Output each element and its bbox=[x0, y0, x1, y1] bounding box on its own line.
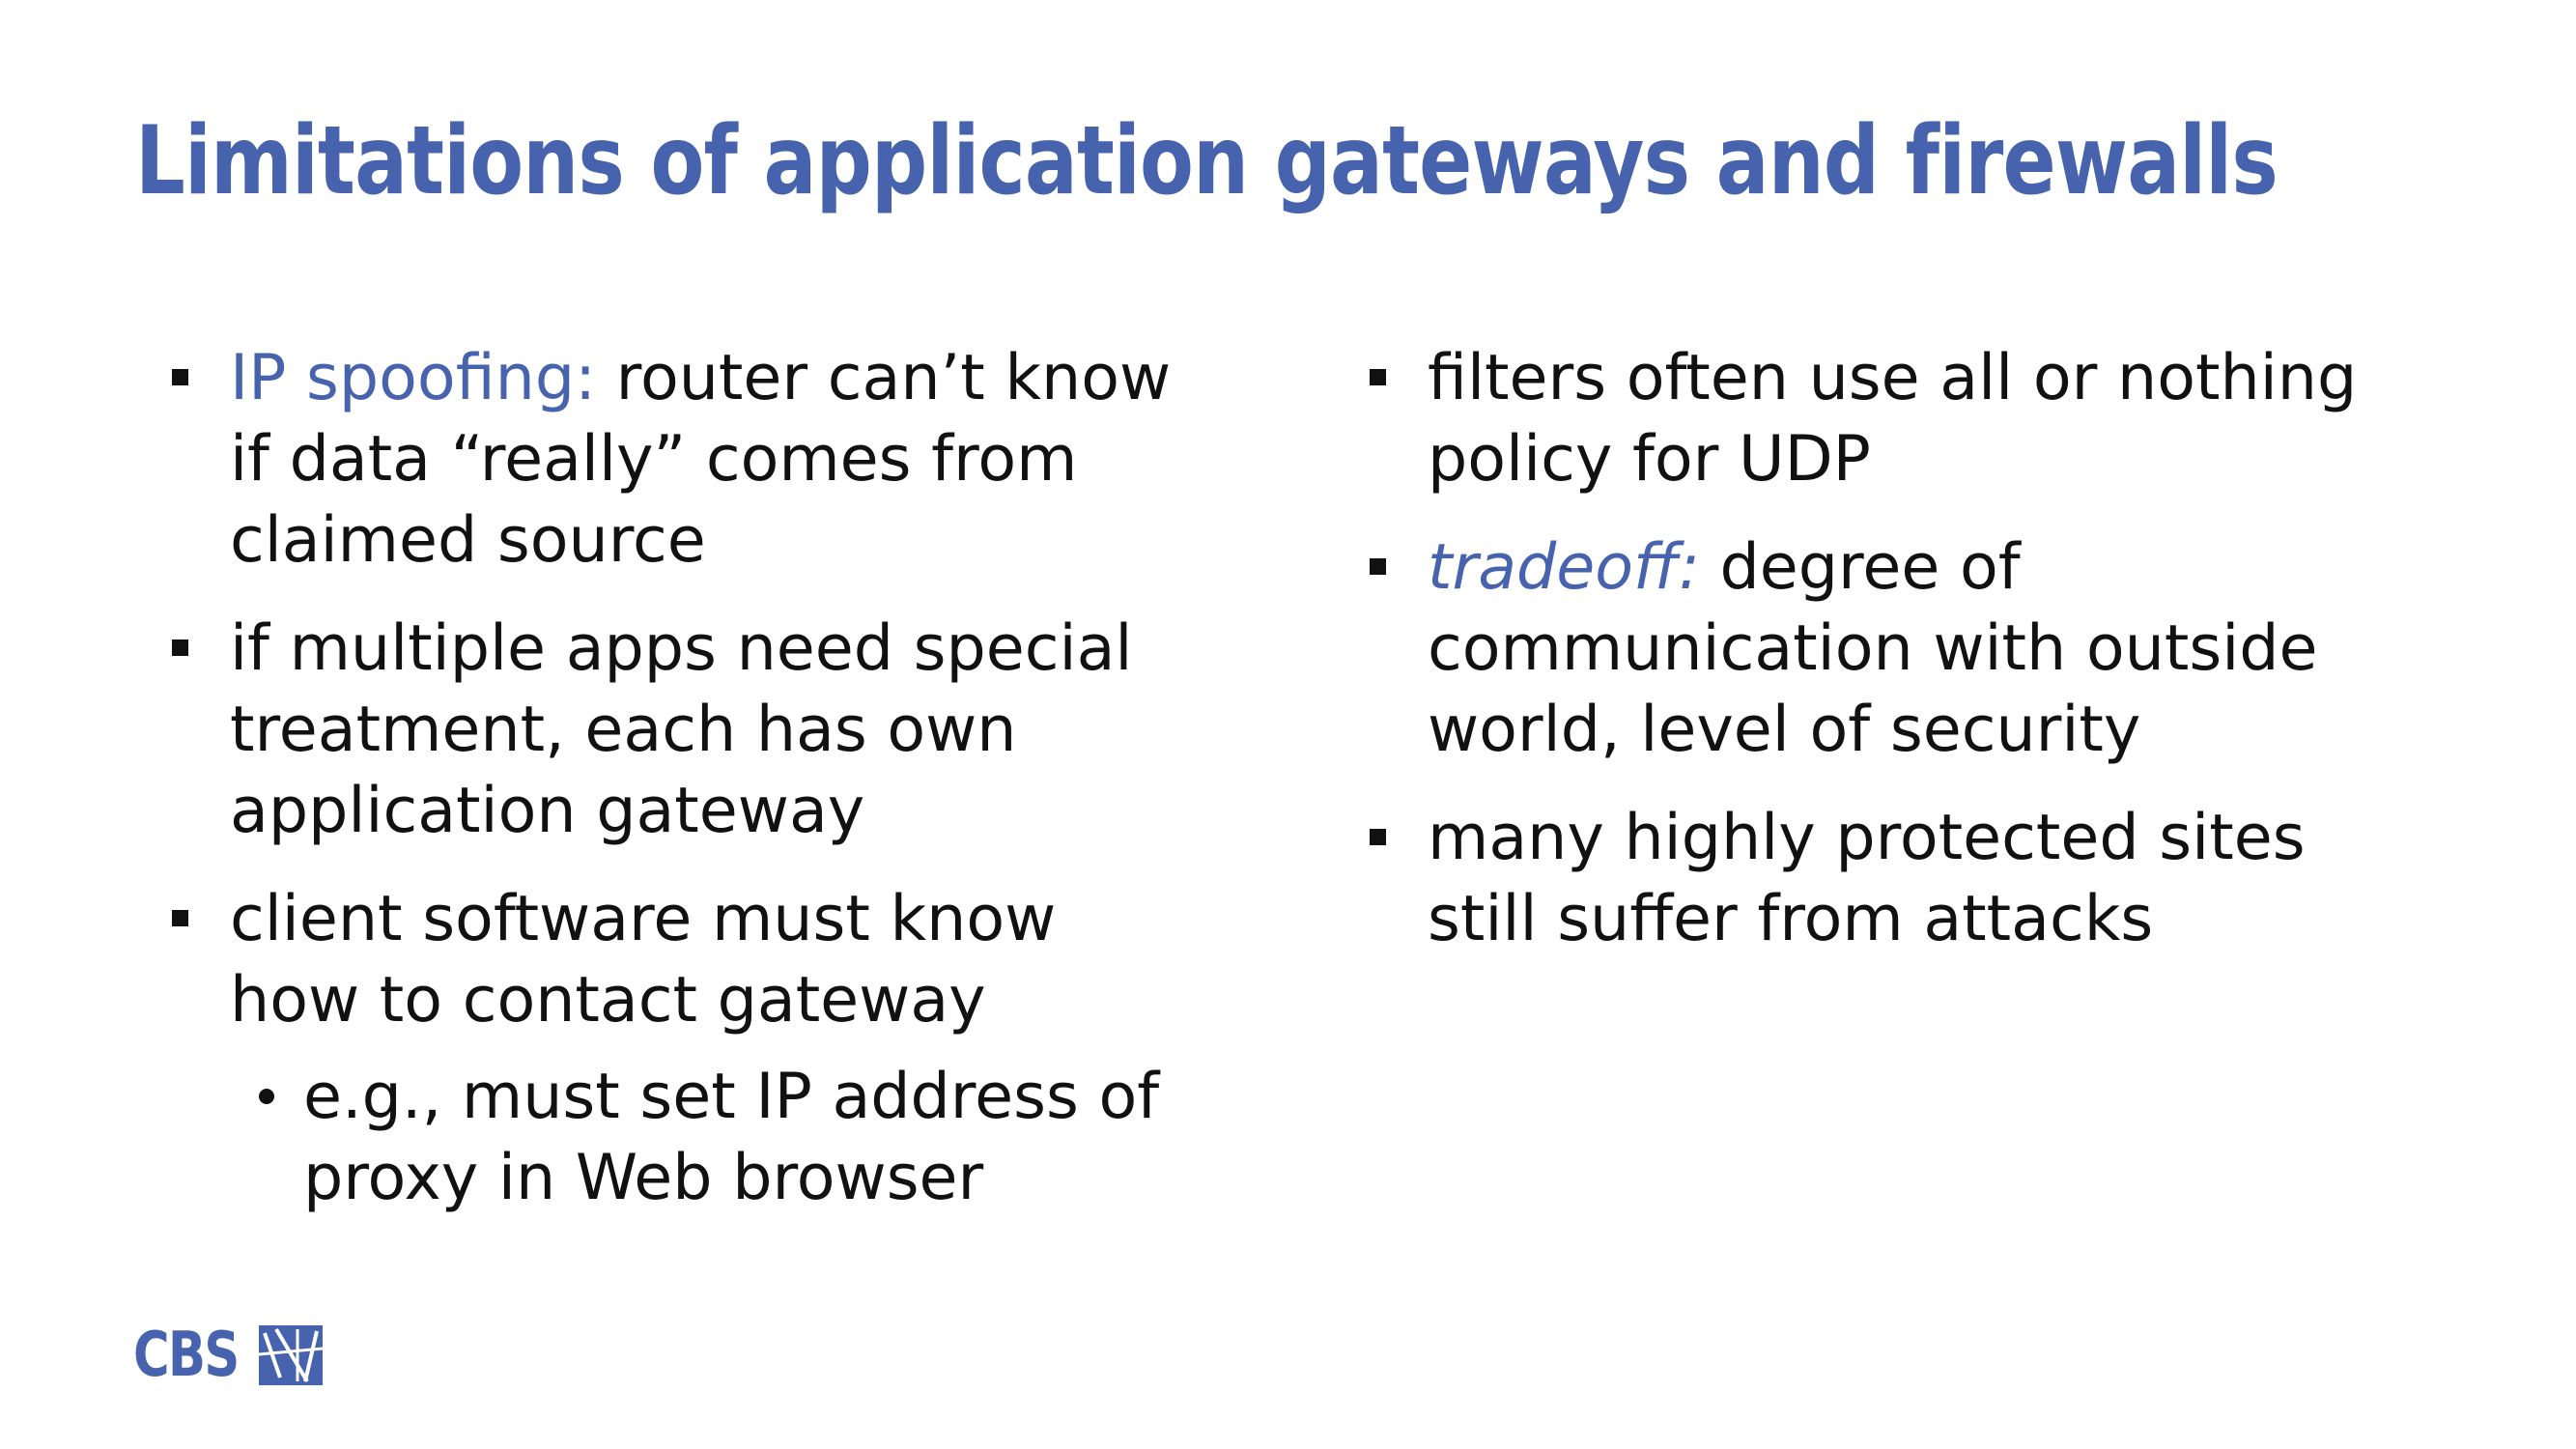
bullet-line: claimed source bbox=[230, 504, 706, 577]
bullet-line: tradeoff: degree of bbox=[1428, 527, 2424, 609]
cbs-logo-mark-icon bbox=[258, 1325, 323, 1385]
cbs-logo: CBS bbox=[133, 1323, 323, 1387]
sub-bullet-line: e.g., must set IP address of bbox=[303, 1061, 1160, 1133]
bullet-line: world, level of security bbox=[1428, 694, 2141, 766]
bullet-multiple-apps: if multiple apps need special treatment,… bbox=[164, 609, 1198, 852]
square-bullet-icon bbox=[172, 639, 188, 656]
square-bullet-icon bbox=[172, 369, 188, 385]
bullet-line: client software must know bbox=[230, 883, 1057, 955]
right-column: filters often use all or nothing policy … bbox=[1362, 338, 2424, 987]
bullet-udp-filters: filters often use all or nothing policy … bbox=[1362, 338, 2424, 500]
slide-title: Limitations of application gateways and … bbox=[135, 106, 2279, 216]
square-bullet-icon bbox=[1370, 369, 1386, 385]
logo-text: CBS bbox=[133, 1320, 240, 1391]
bullet-line: if multiple apps need special bbox=[230, 612, 1133, 685]
bullet-line: treatment, each has own bbox=[230, 694, 1017, 766]
bullet-line: many highly protected sites bbox=[1428, 802, 2306, 874]
square-bullet-icon bbox=[1370, 829, 1386, 845]
slide: Limitations of application gateways and … bbox=[0, 0, 2576, 1449]
bullet-line: IP spoofing: router can’t know bbox=[230, 338, 1198, 419]
bullet-line-text: degree of bbox=[1699, 531, 2021, 604]
bullet-ip-spoofing: IP spoofing: router can’t know if data “… bbox=[164, 338, 1198, 582]
bullet-line: filters often use all or nothing bbox=[1428, 342, 2358, 414]
bullet-line: communication with outside bbox=[1428, 612, 2318, 685]
bullet-line: if data “really” comes from bbox=[230, 423, 1078, 496]
bullet-line: still suffer from attacks bbox=[1428, 883, 2154, 955]
bullet-client-software: client software must know how to contact… bbox=[164, 879, 1198, 1041]
bullet-lead-term: IP spoofing: bbox=[230, 342, 596, 414]
sub-bullet-line: proxy in Web browser bbox=[303, 1142, 984, 1214]
bullet-lead-term: tradeoff: bbox=[1428, 531, 1700, 604]
bullet-line: policy for UDP bbox=[1428, 423, 1871, 496]
left-column: IP spoofing: router can’t know if data “… bbox=[164, 338, 1198, 1219]
sub-bullet-proxy: e.g., must set IP address of proxy in We… bbox=[164, 1057, 1198, 1219]
bullet-tradeoff: tradeoff: degree of communication with o… bbox=[1362, 527, 2424, 771]
square-bullet-icon bbox=[172, 910, 188, 926]
round-bullet-icon bbox=[259, 1089, 274, 1104]
bullet-line: how to contact gateway bbox=[230, 964, 986, 1037]
bullet-line-text: router can’t know bbox=[596, 342, 1172, 414]
bullet-protected-sites: many highly protected sites still suffer… bbox=[1362, 798, 2424, 960]
bullet-line: application gateway bbox=[230, 775, 865, 847]
square-bullet-icon bbox=[1370, 558, 1386, 575]
